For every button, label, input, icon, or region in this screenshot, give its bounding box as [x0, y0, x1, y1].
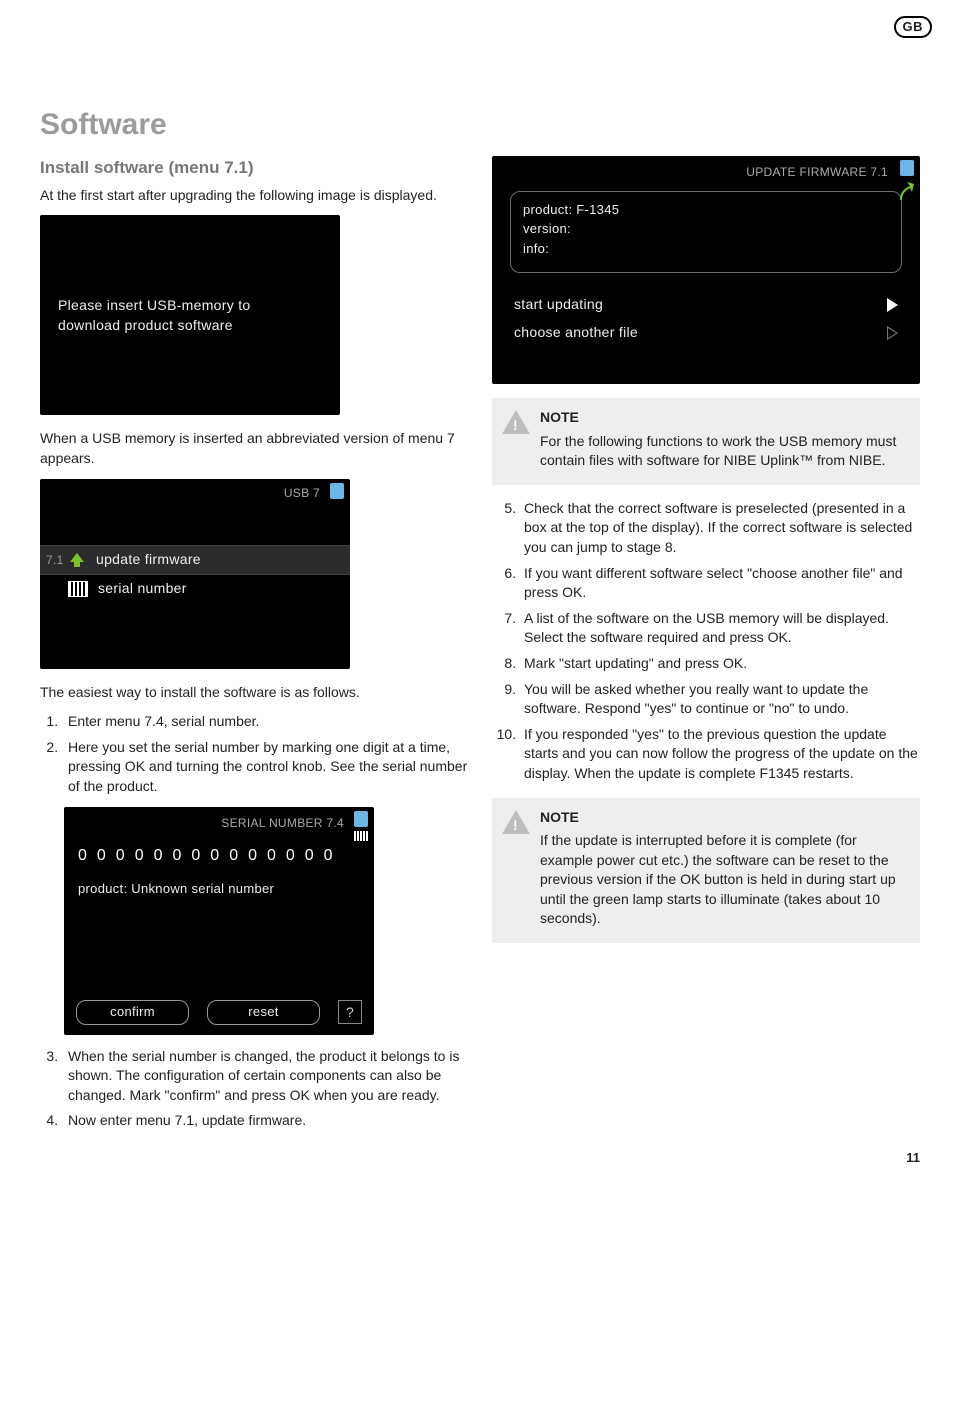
left-steps-3-4: When the serial number is changed, the p…	[40, 1047, 468, 1131]
note1-body: For the following functions to work the …	[540, 432, 906, 471]
step-8: Mark "start updating" and press OK.	[520, 654, 920, 674]
step-10: If you responded "yes" to the previous q…	[520, 725, 920, 784]
menu-row-update-label: update firmware	[96, 550, 201, 570]
note2-title: NOTE	[540, 808, 906, 828]
serial-digits: 00000000000000	[64, 839, 374, 873]
usb-icon	[900, 160, 914, 176]
left-steps-1-2: Enter menu 7.4, serial number. Here you …	[40, 712, 468, 796]
note1-title: NOTE	[540, 408, 906, 428]
barcode-icon	[68, 581, 88, 597]
update-info-box: product: F-1345 version: info:	[510, 191, 902, 274]
step-2: Here you set the serial number by markin…	[62, 738, 468, 797]
warning-icon	[502, 410, 530, 434]
intro-paragraph: At the first start after upgrading the f…	[40, 186, 468, 206]
arrow-up-icon	[68, 552, 86, 568]
step-3: When the serial number is changed, the p…	[62, 1047, 468, 1106]
action-start-label: start updating	[514, 295, 603, 315]
note-box-2: NOTE If the update is interrupted before…	[492, 798, 920, 944]
note-box-1: NOTE For the following functions to work…	[492, 398, 920, 485]
screen-insert-line2: download product software	[58, 315, 322, 335]
action-start-updating: start updating	[514, 291, 898, 319]
usb-icon	[354, 811, 368, 827]
after-insert-text: When a USB memory is inserted an abbrevi…	[40, 429, 468, 468]
barcode-small-icon	[354, 831, 368, 841]
section-subheading: Install software (menu 7.1)	[40, 156, 468, 180]
update-product-line: product: F-1345	[523, 200, 889, 220]
help-icon: ?	[338, 1000, 362, 1024]
page-title: Software	[40, 104, 920, 146]
update-info-line: info:	[523, 239, 889, 259]
device-screen-update: UPDATE FIRMWARE 7.1 product: F-1345 vers…	[492, 156, 920, 384]
note2-body: If the update is interrupted before it i…	[540, 831, 906, 929]
reset-button: reset	[207, 1000, 320, 1024]
page-number: 11	[906, 1149, 920, 1167]
play-solid-icon	[887, 298, 898, 312]
right-steps: Check that the correct software is prese…	[492, 499, 920, 784]
device-screen-serial: SERIAL NUMBER 7.4 00000000000000 product…	[64, 807, 374, 1035]
step-9: You will be asked whether you really wan…	[520, 680, 920, 719]
menu-row-serial-label: serial number	[98, 579, 187, 599]
usb-icon	[330, 483, 344, 499]
confirm-button: confirm	[76, 1000, 189, 1024]
step-1: Enter menu 7.4, serial number.	[62, 712, 468, 732]
easiest-intro: The easiest way to install the software …	[40, 683, 468, 703]
warning-icon	[502, 810, 530, 834]
screen-usb7-title: USB 7	[40, 479, 350, 516]
device-screen-insert-usb: Please insert USB-memory to download pro…	[40, 215, 340, 415]
screen-update-title: UPDATE FIRMWARE 7.1	[492, 162, 920, 191]
play-outline-icon	[887, 326, 898, 340]
region-badge: GB	[894, 16, 933, 38]
serial-product-line: product: Unknown serial number	[64, 874, 374, 898]
left-column: Install software (menu 7.1) At the first…	[40, 156, 468, 1141]
menu-row-serial-number: serial number	[40, 575, 350, 603]
menu-row-update-firmware: 7.1 update firmware	[40, 545, 350, 575]
menu-row-number: 7.1	[46, 552, 68, 569]
update-version-line: version:	[523, 219, 889, 239]
action-choose-another: choose another file	[514, 319, 898, 347]
device-screen-usb7: USB 7 7.1 update firmware serial number	[40, 479, 350, 669]
action-choose-label: choose another file	[514, 323, 638, 343]
screen-insert-line1: Please insert USB-memory to	[58, 295, 322, 315]
step-7: A list of the software on the USB memory…	[520, 609, 920, 648]
right-column: UPDATE FIRMWARE 7.1 product: F-1345 vers…	[492, 156, 920, 1141]
step-6: If you want different software select "c…	[520, 564, 920, 603]
step-5: Check that the correct software is prese…	[520, 499, 920, 558]
screen-serial-title: SERIAL NUMBER 7.4	[64, 811, 374, 840]
green-arrow-icon	[898, 180, 914, 204]
step-4: Now enter menu 7.1, update firmware.	[62, 1111, 468, 1131]
